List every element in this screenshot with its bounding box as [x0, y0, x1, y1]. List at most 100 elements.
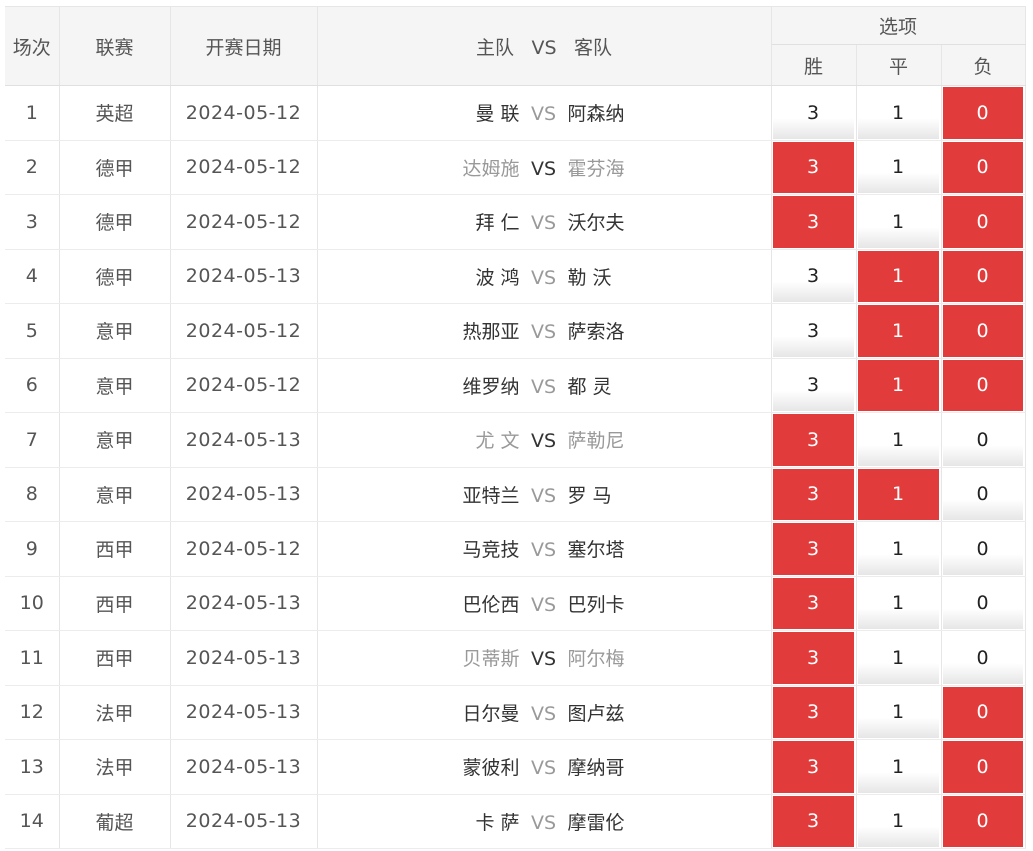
match-number: 7 — [5, 412, 60, 468]
away-team: 塞尔塔 — [567, 539, 625, 562]
lose-option-button[interactable]: 0 — [942, 468, 1023, 520]
lose-option-button[interactable]: 0 — [942, 741, 1023, 793]
option-cell-lose: 0 — [941, 521, 1026, 577]
lose-option-button[interactable]: 0 — [942, 523, 1023, 575]
draw-option-button[interactable]: 1 — [857, 141, 939, 193]
away-team: 沃尔夫 — [567, 212, 625, 235]
option-cell-draw: 1 — [856, 412, 942, 468]
draw-option-button[interactable]: 1 — [857, 250, 939, 302]
table-row: 13 法甲 2024-05-13 蒙彼利 VS 摩纳哥 3 1 0 — [5, 739, 1026, 795]
vs-label: VS — [530, 375, 557, 398]
draw-option-button[interactable]: 1 — [857, 359, 939, 411]
match-date: 2024-05-13 — [170, 576, 318, 631]
league-name: 德甲 — [59, 249, 171, 304]
option-cell-draw: 1 — [856, 685, 942, 740]
option-cell-lose: 0 — [941, 140, 1026, 195]
option-cell-draw: 1 — [856, 358, 942, 413]
header-match: 主队 VS 客队 — [317, 6, 772, 86]
option-cell-lose: 0 — [941, 739, 1026, 795]
draw-option-button[interactable]: 1 — [857, 686, 939, 738]
win-option-button[interactable]: 3 — [772, 523, 854, 575]
away-team: 阿尔梅 — [567, 648, 625, 671]
win-option-button[interactable]: 3 — [772, 468, 854, 520]
vs-label: VS — [530, 539, 557, 562]
draw-option-button[interactable]: 1 — [857, 196, 939, 248]
win-option-button[interactable]: 3 — [772, 414, 854, 466]
option-cell-lose: 0 — [941, 194, 1026, 250]
league-name: 西甲 — [59, 521, 171, 577]
lose-option-button[interactable]: 0 — [942, 686, 1023, 738]
home-team: 波 鸿 — [475, 266, 520, 289]
win-option-button[interactable]: 3 — [772, 795, 854, 847]
home-team: 维罗纳 — [462, 375, 520, 398]
table-row: 5 意甲 2024-05-12 热那亚 VS 萨索洛 3 1 0 — [5, 303, 1026, 359]
league-name: 西甲 — [59, 630, 171, 686]
league-name: 德甲 — [59, 194, 171, 250]
win-option-button[interactable]: 3 — [772, 87, 854, 139]
lose-option-button[interactable]: 0 — [942, 141, 1023, 193]
lose-option-button[interactable]: 0 — [942, 250, 1023, 302]
match-date: 2024-05-13 — [170, 249, 318, 304]
match-date: 2024-05-12 — [170, 303, 318, 359]
match-date: 2024-05-12 — [170, 521, 318, 577]
league-name: 意甲 — [59, 303, 171, 359]
draw-option-button[interactable]: 1 — [857, 741, 939, 793]
win-option-button[interactable]: 3 — [772, 305, 854, 357]
match-teams: 亚特兰 VS 罗 马 — [317, 467, 772, 522]
lose-option-button[interactable]: 0 — [942, 305, 1023, 357]
away-team: 勒 沃 — [567, 266, 612, 289]
table-row: 1 英超 2024-05-12 曼 联 VS 阿森纳 3 1 0 — [5, 85, 1026, 141]
table-row: 11 西甲 2024-05-13 贝蒂斯 VS 阿尔梅 3 1 0 — [5, 630, 1026, 686]
draw-option-button[interactable]: 1 — [857, 305, 939, 357]
away-team: 萨勒尼 — [567, 430, 625, 453]
win-option-button[interactable]: 3 — [772, 577, 854, 629]
lose-option-button[interactable]: 0 — [942, 795, 1023, 847]
draw-option-button[interactable]: 1 — [857, 523, 939, 575]
win-option-button[interactable]: 3 — [772, 250, 854, 302]
table-body: 1 英超 2024-05-12 曼 联 VS 阿森纳 3 1 0 2 德甲 2024-05-12 达姆施… — [5, 85, 1026, 849]
match-teams: 拜 仁 VS 沃尔夫 — [317, 194, 772, 250]
win-option-button[interactable]: 3 — [772, 741, 854, 793]
home-team: 尤 文 — [475, 430, 520, 453]
vs-label: VS — [530, 757, 557, 780]
lose-option-button[interactable]: 0 — [942, 196, 1023, 248]
option-cell-draw: 1 — [856, 739, 942, 795]
match-number: 9 — [5, 521, 60, 577]
option-cell-win: 3 — [771, 303, 857, 359]
table-row: 2 德甲 2024-05-12 达姆施 VS 霍芬海 3 1 0 — [5, 140, 1026, 195]
league-name: 法甲 — [59, 685, 171, 740]
option-cell-lose: 0 — [941, 630, 1026, 686]
option-cell-draw: 1 — [856, 303, 942, 359]
league-name: 德甲 — [59, 140, 171, 195]
league-name: 意甲 — [59, 358, 171, 413]
lose-option-button[interactable]: 0 — [942, 414, 1023, 466]
home-team: 日尔曼 — [462, 702, 520, 725]
header-vs: VS — [531, 36, 557, 59]
option-cell-draw: 1 — [856, 794, 942, 849]
option-cell-draw: 1 — [856, 140, 942, 195]
win-option-button[interactable]: 3 — [772, 359, 854, 411]
table-row: 6 意甲 2024-05-12 维罗纳 VS 都 灵 310 — [5, 358, 1026, 413]
draw-option-button[interactable]: 1 — [857, 468, 939, 520]
match-date: 2024-05-13 — [170, 685, 318, 740]
win-option-button[interactable]: 3 — [772, 686, 854, 738]
lose-option-button[interactable]: 0 — [942, 87, 1023, 139]
vs-label: VS — [530, 484, 557, 507]
lose-option-button[interactable]: 0 — [942, 632, 1023, 684]
lose-option-button[interactable]: 0 — [942, 577, 1023, 629]
win-option-button[interactable]: 3 — [772, 141, 854, 193]
draw-option-button[interactable]: 1 — [857, 577, 939, 629]
match-teams: 热那亚 VS 萨索洛 — [317, 303, 772, 359]
draw-option-button[interactable]: 1 — [857, 632, 939, 684]
vs-label: VS — [530, 212, 557, 235]
draw-option-button[interactable]: 1 — [857, 414, 939, 466]
header-away: 客队 — [574, 36, 613, 59]
draw-option-button[interactable]: 1 — [857, 87, 939, 139]
draw-option-button[interactable]: 1 — [857, 795, 939, 847]
option-cell-lose: 0 — [941, 412, 1026, 468]
win-option-button[interactable]: 3 — [772, 632, 854, 684]
win-option-button[interactable]: 3 — [772, 196, 854, 248]
table-row: 14 葡超 2024-05-13 卡 萨 VS 摩雷伦 3 1 0 — [5, 794, 1026, 849]
header-draw: 平 — [856, 44, 942, 86]
lose-option-button[interactable]: 0 — [942, 359, 1023, 411]
